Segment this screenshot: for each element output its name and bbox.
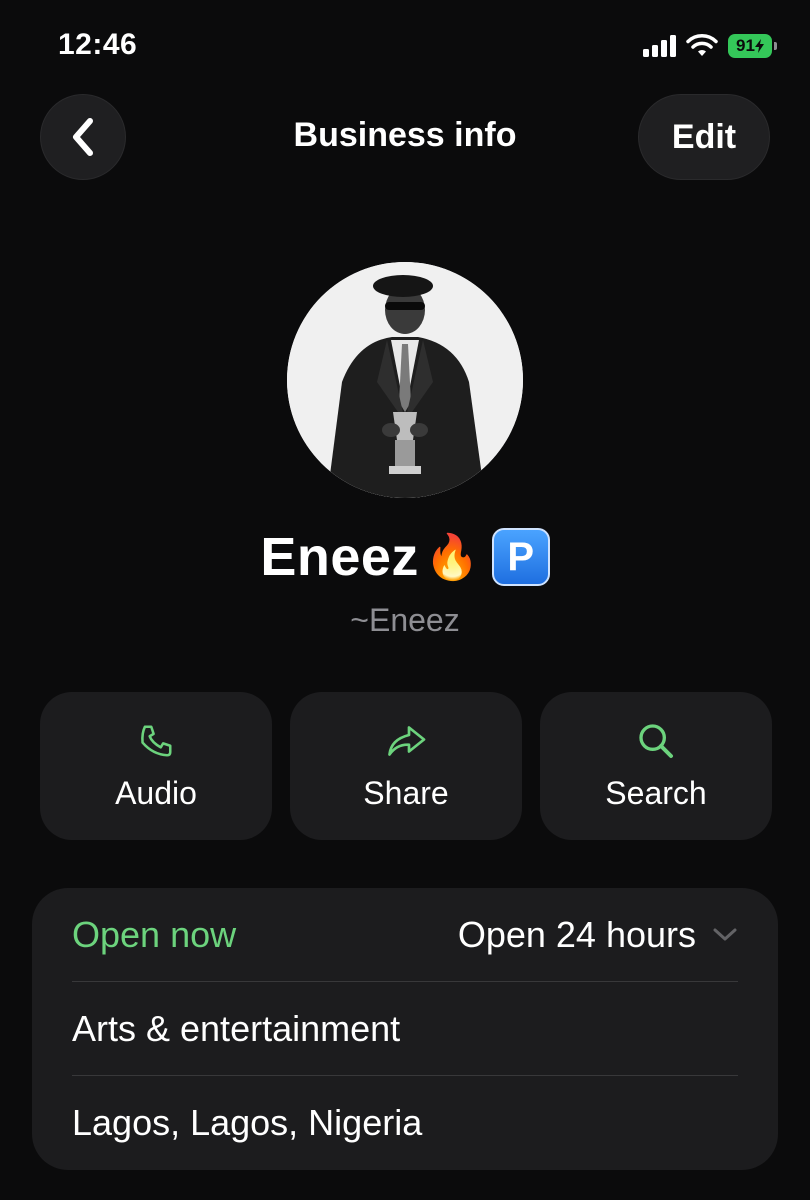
share-arrow-icon: [385, 721, 427, 761]
search-label: Search: [605, 774, 707, 811]
status-time: 12:46: [58, 28, 138, 61]
avatar-photo: [287, 262, 523, 498]
wifi-icon: [686, 34, 718, 58]
business-category: Arts & entertainment: [72, 1007, 401, 1049]
share-button[interactable]: Share: [290, 692, 522, 840]
business-info-screen: 12:46 91 Business info Edit Eneez 🔥 P ~E…: [0, 0, 810, 1200]
search-icon: [636, 721, 676, 761]
business-info-card: Open now Open 24 hours Arts & entertainm…: [32, 888, 778, 1170]
hours-label: Open 24 hours: [457, 913, 696, 955]
profile-name-row: Eneez 🔥 P: [0, 526, 810, 588]
profile-name: Eneez: [260, 527, 419, 587]
edit-button[interactable]: Edit: [638, 94, 770, 180]
battery-icon: 91: [728, 34, 777, 58]
open-status: Open now: [72, 913, 237, 955]
action-buttons: Audio Share Search: [40, 692, 772, 840]
chevron-down-icon: [713, 928, 737, 940]
phone-icon: [137, 721, 175, 761]
status-indicators: 91: [643, 34, 777, 58]
fire-emoji-icon: 🔥: [424, 533, 480, 582]
audio-label: Audio: [115, 774, 197, 811]
profile-subname: ~Eneez: [350, 602, 460, 638]
location-row[interactable]: Lagos, Lagos, Nigeria: [72, 1076, 738, 1170]
share-label: Share: [363, 774, 449, 811]
parking-badge-icon: P: [491, 528, 550, 586]
hours-dropdown[interactable]: Open 24 hours: [458, 914, 738, 956]
category-row[interactable]: Arts & entertainment: [72, 982, 738, 1076]
business-location: Lagos, Lagos, Nigeria: [72, 1102, 423, 1143]
hours-row[interactable]: Open now Open 24 hours: [72, 888, 738, 982]
audio-button[interactable]: Audio: [40, 692, 272, 840]
profile-avatar[interactable]: [287, 262, 523, 498]
cellular-signal-icon: [643, 35, 676, 57]
search-button[interactable]: Search: [540, 692, 772, 840]
charging-bolt-icon: [754, 39, 764, 53]
battery-level: 91: [736, 36, 755, 55]
